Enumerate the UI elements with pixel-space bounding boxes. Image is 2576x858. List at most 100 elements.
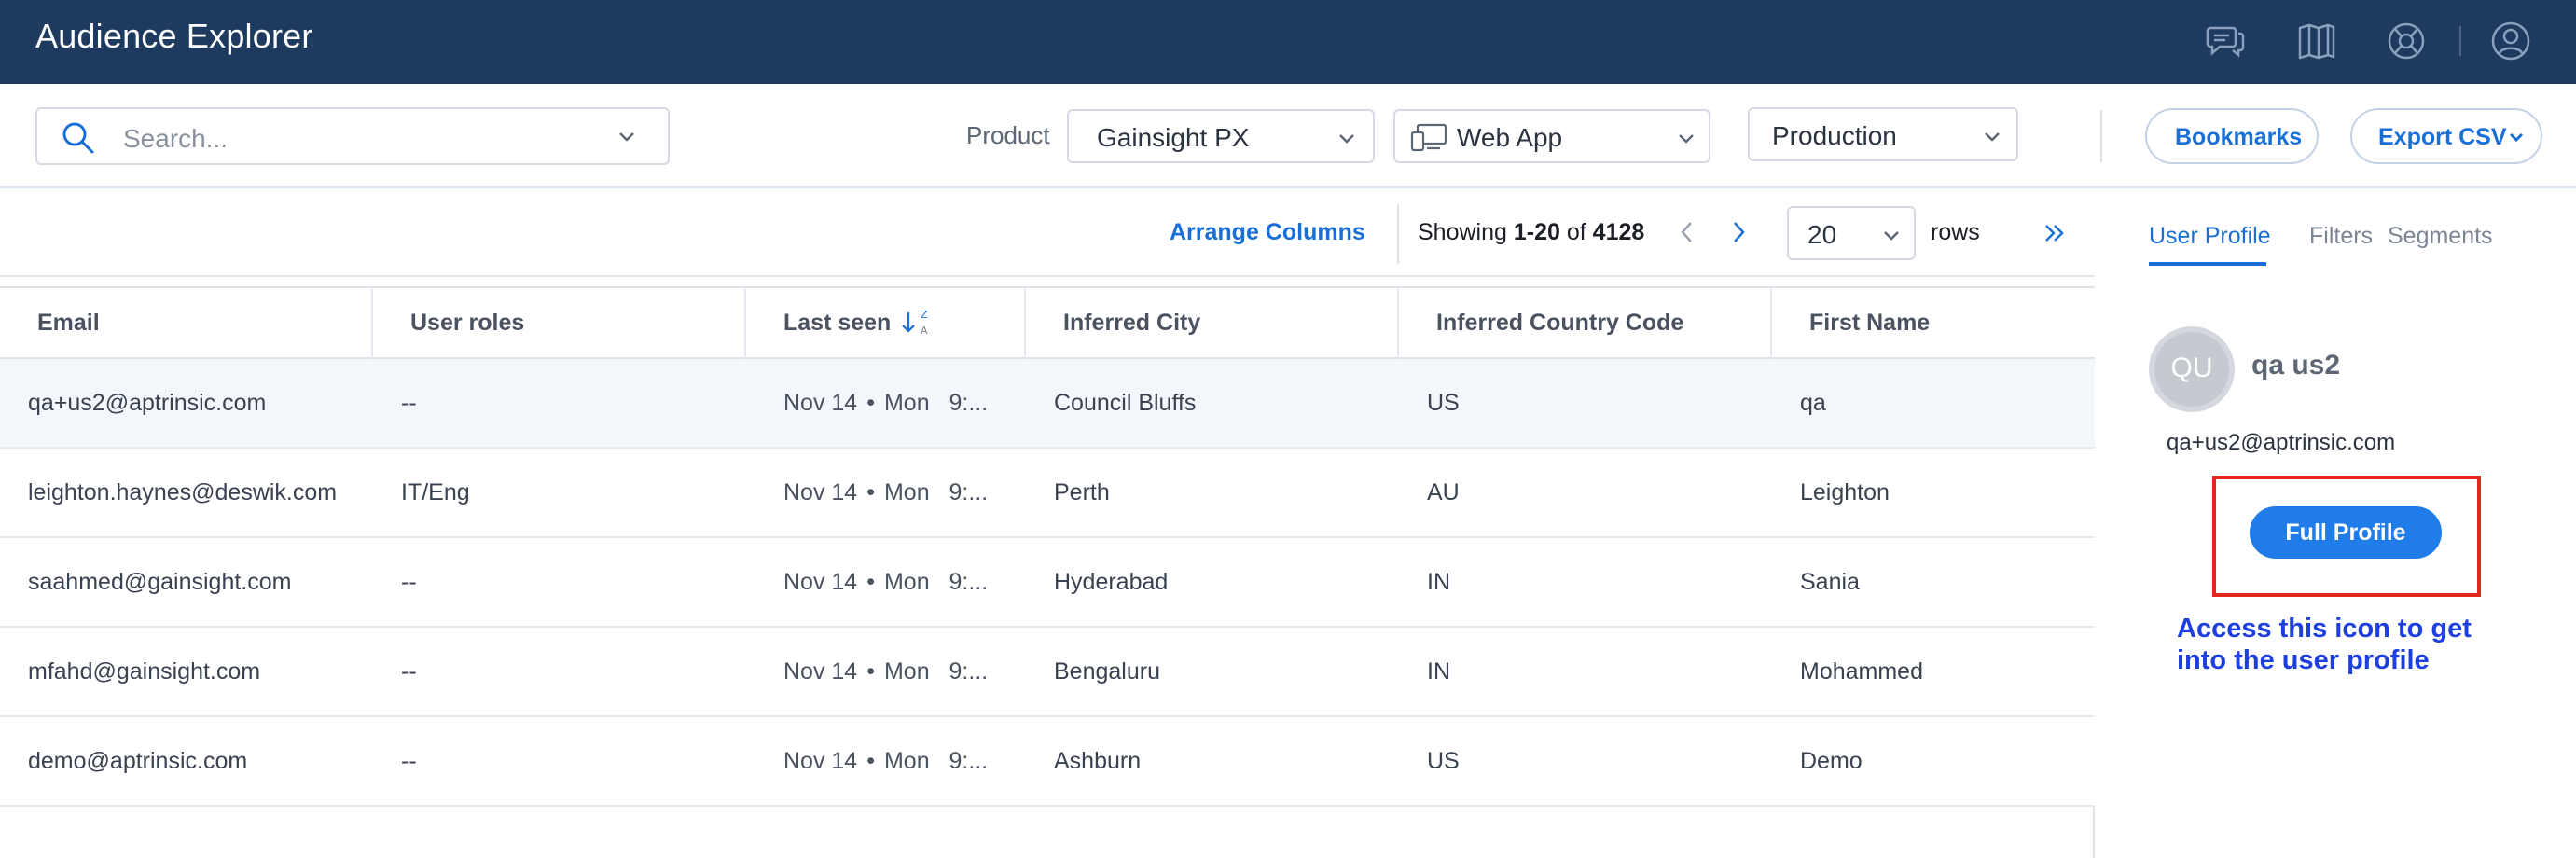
table-row[interactable]: qa+us2@aptrinsic.com -- Nov 14 • Mon 9:...… — [0, 359, 2095, 449]
cell-inferred-country-code: AU — [1427, 479, 1460, 505]
cell-last-seen: Nov 14 • Mon 9:... — [783, 658, 989, 685]
showing-range: 1-20 — [1513, 219, 1560, 245]
column-label: First Name — [1809, 310, 1931, 336]
search-input[interactable]: Search... — [35, 107, 670, 165]
cell-first-name: Demo — [1800, 748, 1863, 774]
rows-per-page-value: 20 — [1807, 220, 1837, 249]
showing-prefix: Showing — [1418, 219, 1507, 245]
user-icon[interactable] — [2488, 19, 2533, 63]
rows-label: rows — [1931, 219, 1980, 245]
date-text: Nov 14 — [783, 748, 858, 774]
expand-panel-icon[interactable] — [2041, 219, 2069, 247]
chevron-down-icon — [1985, 132, 2000, 142]
table-row[interactable]: demo@aptrinsic.com -- Nov 14 • Mon 9:... A… — [0, 717, 2095, 807]
cell-user-roles: -- — [401, 390, 417, 416]
search-icon — [62, 122, 94, 154]
book-icon[interactable] — [2294, 19, 2339, 63]
sort-descending-icon[interactable]: Z A — [899, 303, 936, 340]
cell-last-seen: Nov 14 • Mon 9:... — [783, 479, 989, 505]
column-label: Last seen — [783, 310, 892, 336]
cell-first-name: qa — [1800, 390, 1826, 416]
cell-inferred-city: Ashburn — [1054, 748, 1142, 774]
header-divider — [2459, 26, 2461, 56]
date-text: Nov 14 — [783, 658, 858, 685]
tab-filters[interactable]: Filters — [2309, 223, 2373, 250]
previous-page-icon[interactable] — [1674, 219, 1700, 245]
filter-divider — [2100, 110, 2102, 162]
filter-bar: Search... Product Gainsight PX Web App P… — [0, 84, 2576, 188]
export-csv-button[interactable]: Export CSV — [2350, 108, 2542, 164]
time-text: 9:... — [949, 479, 989, 505]
help-globe-icon[interactable] — [2384, 19, 2429, 63]
column-header-first-name[interactable]: First Name — [1772, 288, 2095, 359]
svg-text:Z: Z — [921, 309, 928, 321]
cell-user-roles: IT/Eng — [401, 479, 470, 505]
table-row[interactable]: saahmed@gainsight.com -- Nov 14 • Mon 9:..… — [0, 538, 2095, 628]
rows-per-page-select[interactable]: 20 — [1787, 206, 1916, 260]
avatar-initials: QU — [2170, 353, 2213, 383]
cell-inferred-city: Perth — [1054, 479, 1110, 505]
users-table: Email User roles Last seen Z A Inferred … — [0, 286, 2095, 858]
tab-segments[interactable]: Segments — [2388, 223, 2493, 250]
cell-first-name: Mohammed — [1800, 658, 1923, 685]
cell-email: mfahd@gainsight.com — [28, 658, 261, 685]
date-text: Nov 14 — [783, 569, 858, 595]
bookmarks-button[interactable]: Bookmarks — [2145, 108, 2319, 164]
cell-inferred-city: Council Bluffs — [1054, 390, 1197, 416]
cell-email: leighton.haynes@deswik.com — [28, 479, 338, 505]
annotation-text: Access this icon to get into the user pr… — [2177, 614, 2472, 675]
day-text: Mon — [883, 569, 930, 595]
tab-user-profile[interactable]: User Profile — [2149, 223, 2271, 250]
table-row[interactable]: mfahd@gainsight.com -- Nov 14 • Mon 9:... … — [0, 628, 2095, 717]
time-text: 9:... — [949, 748, 989, 774]
next-page-icon[interactable] — [1725, 219, 1752, 245]
day-text: Mon — [883, 658, 930, 685]
column-header-inferred-city[interactable]: Inferred City — [1026, 288, 1399, 359]
table-toolbar: Arrange Columns Showing 1-20 of 4128 20 … — [0, 191, 2095, 277]
cell-email: demo@aptrinsic.com — [28, 748, 248, 774]
column-header-user-roles[interactable]: User roles — [373, 288, 746, 359]
column-header-inferred-country-code[interactable]: Inferred Country Code — [1399, 288, 1772, 359]
cell-inferred-country-code: IN — [1427, 658, 1450, 685]
search-placeholder: Search... — [123, 124, 229, 153]
arrange-columns-link[interactable]: Arrange Columns — [1170, 219, 1365, 246]
user-profile-panel: User Profile Filters Segments QU qa us2 … — [2097, 191, 2576, 858]
web-app-icon — [1410, 123, 1447, 152]
column-header-last-seen[interactable]: Last seen Z A — [746, 288, 1026, 359]
cell-email: qa+us2@aptrinsic.com — [28, 390, 267, 416]
cell-inferred-city: Hyderabad — [1054, 569, 1169, 595]
time-text: 9:... — [949, 658, 989, 685]
column-header-email[interactable]: Email — [0, 288, 373, 359]
full-profile-button[interactable]: Full Profile — [2250, 506, 2442, 559]
product-label: Product — [966, 121, 1050, 149]
chevron-down-icon — [2509, 132, 2524, 143]
pagination-summary: Showing 1-20 of 4128 — [1418, 219, 1644, 246]
chevron-down-icon — [1339, 134, 1354, 144]
export-csv-label: Export CSV — [2378, 124, 2507, 150]
chevron-down-icon — [1884, 231, 1899, 241]
chevron-down-icon — [1679, 134, 1694, 144]
cell-first-name: Leighton — [1800, 479, 1890, 505]
app-title: Audience Explorer — [35, 17, 313, 55]
cell-user-roles: -- — [401, 748, 417, 774]
environment-select[interactable]: Production — [1748, 107, 2018, 161]
cell-inferred-country-code: US — [1427, 390, 1460, 416]
day-text: Mon — [883, 748, 930, 774]
column-label: Inferred City — [1063, 310, 1201, 336]
profile-email: qa+us2@aptrinsic.com — [2167, 430, 2396, 455]
time-text: 9:... — [949, 390, 989, 416]
product-select[interactable]: Gainsight PX — [1067, 109, 1375, 163]
app-select[interactable]: Web App — [1393, 109, 1710, 163]
table-row[interactable]: leighton.haynes@deswik.com IT/Eng Nov 14… — [0, 449, 2095, 538]
time-text: 9:... — [949, 569, 989, 595]
app-header: Audience Explorer — [0, 0, 2576, 84]
bookmarks-label: Bookmarks — [2175, 124, 2303, 150]
full-profile-label: Full Profile — [2285, 519, 2406, 546]
cell-last-seen: Nov 14 • Mon 9:... — [783, 748, 989, 774]
product-select-value: Gainsight PX — [1097, 123, 1250, 152]
cell-user-roles: -- — [401, 658, 417, 685]
cell-last-seen: Nov 14 • Mon 9:... — [783, 390, 989, 416]
cell-first-name: Sania — [1800, 569, 1860, 595]
chat-icon[interactable] — [2203, 19, 2248, 63]
cell-user-roles: -- — [401, 569, 417, 595]
